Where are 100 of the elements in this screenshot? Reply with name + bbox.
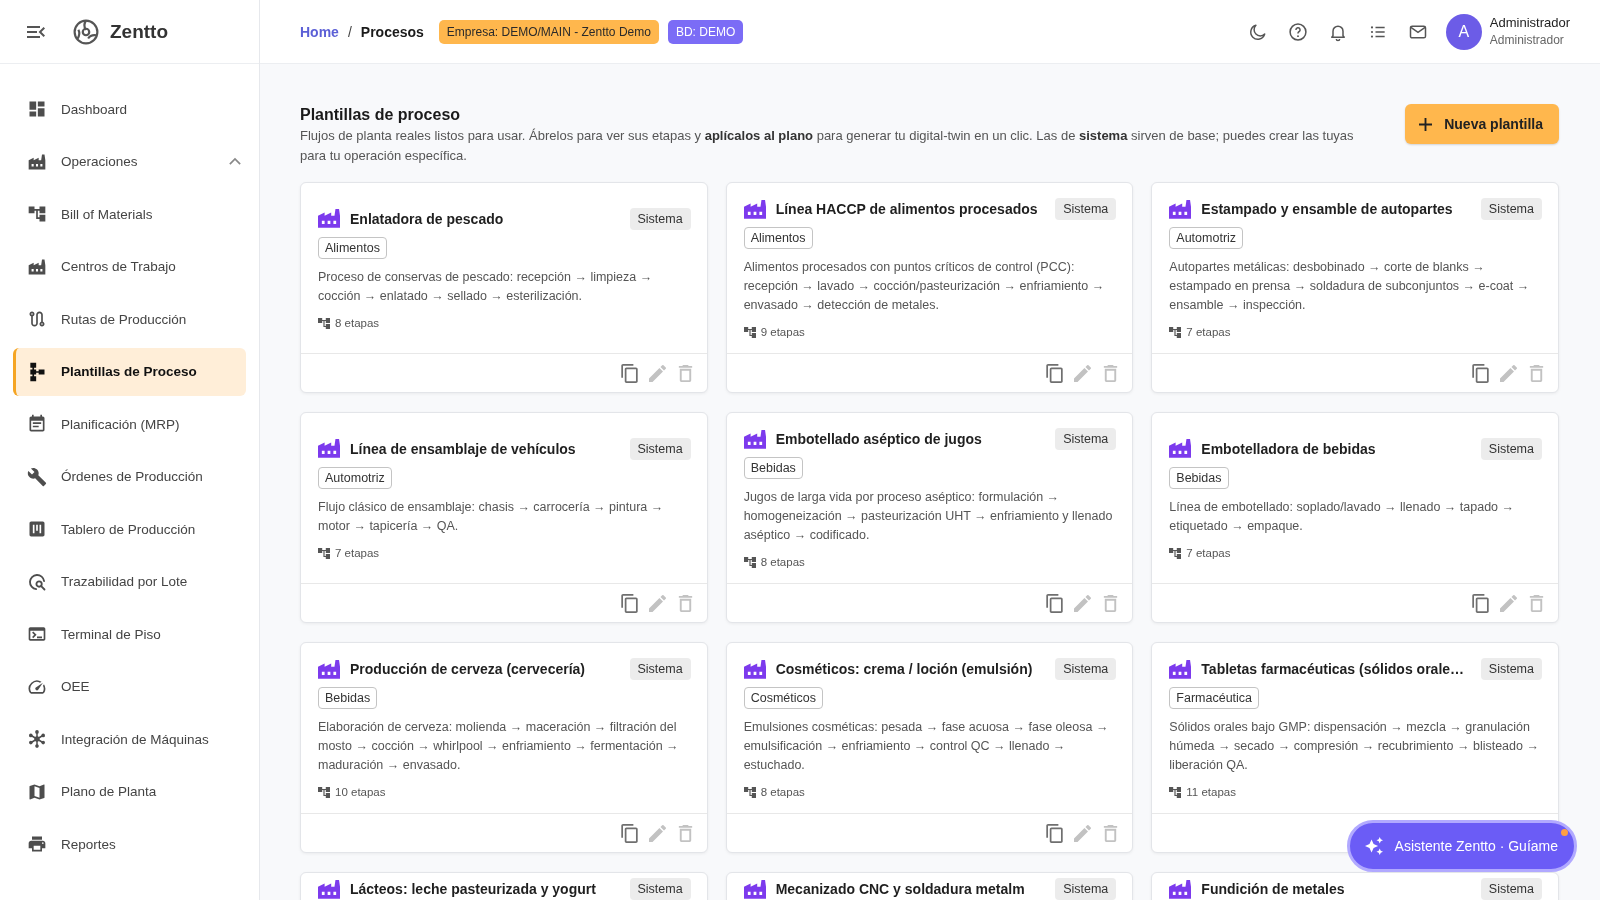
sidebar-item[interactable]: Bill of Materials (13, 190, 246, 238)
page-description: Flujos de planta reales listos para usar. Ábrelos para ver sus etapas y aplícalos al plano para generar tu digital-twin en un clic. Las de sistema sirven de base; puedes crear las tuyas para tu operación específica. (300, 127, 1355, 165)
sidebar-item[interactable]: Plantillas de Proceso (13, 347, 246, 396)
template-description: Elaboración de cerveza: molienda → maceración → filtración del mosto → cocción → whirlpool → enfriamiento → fermentación → maduración → envasado. (318, 719, 680, 774)
system-badge: Sistema (1480, 198, 1542, 220)
sidebar-item[interactable]: Rutas de Producción (13, 295, 246, 343)
logo-icon (73, 18, 99, 45)
kanban-icon (27, 519, 47, 539)
stage-count: 10 etapas (335, 785, 386, 800)
template-card[interactable] (725, 182, 1134, 393)
sidebar-item[interactable]: Órdenes de Producción (13, 452, 246, 501)
brand-name: Zentto (110, 20, 169, 43)
factory-icon (743, 659, 766, 679)
new-template-button[interactable]: Nueva plantilla (1405, 104, 1559, 144)
template-card[interactable]: Embotelladora de bebidas Sistema Bebidas Línea de embotellado: soplado/lavado → llenado → tapado → etiquetado → empaque. 7 etapas (1151, 412, 1559, 623)
sidebar-item[interactable]: Centros de Trabajo (13, 242, 246, 291)
hierarchy-icon (318, 317, 330, 329)
template-card[interactable]: Enlatadora de pescado Sistema Alimentos Proceso de conservas de pescado: recepción → limpieza → cocción → enlatado → sellado → esterilización. 8 etapas (300, 182, 708, 393)
template-card[interactable]: Cosméticos: crema / loción (emulsión) Sistema Cosméticos Emulsiones cosméticas: pesada → fase acuosa → fase oleosa → emulsificación → enfriamiento → control QC → llenado → estuchado. 8 etapas (725, 642, 1134, 853)
copy-icon[interactable] (1472, 593, 1489, 613)
avatar[interactable]: A (1445, 13, 1482, 50)
stage-count: 7 etapas (1186, 545, 1231, 561)
sidebar-item[interactable]: Reportes (13, 820, 246, 868)
template-card[interactable] (300, 642, 708, 853)
assistant-button[interactable]: Asistente Zentto · Guíame (1346, 820, 1577, 872)
help-icon[interactable] (1287, 21, 1308, 42)
template-card[interactable]: Fundición de metales Sistema (1151, 872, 1559, 900)
template-description: Emulsiones cosméticas: pesada → fase acuosa → fase oleosa → emulsificación → enfriamiento → control QC → llenado → estuchado. (743, 719, 1110, 774)
sparkle-icon (1364, 837, 1383, 855)
factory-icon (743, 199, 766, 219)
copy-icon[interactable] (620, 593, 638, 613)
sidebar-item[interactable]: OEE (13, 662, 246, 711)
system-badge: Sistema (1055, 658, 1117, 680)
template-card[interactable] (1151, 642, 1559, 853)
template-title: Estampado y ensamble de autopartes (1201, 201, 1454, 217)
category-tag: Alimentos (318, 236, 387, 259)
copy-icon[interactable] (1046, 363, 1064, 383)
category-tag: Automotriz (1169, 227, 1244, 249)
category-tag: Cosméticos (743, 687, 823, 709)
system-badge: Sistema (1480, 658, 1542, 680)
sidebar-item[interactable]: Integración de Máquinas (13, 715, 246, 763)
network-icon (27, 729, 47, 749)
template-title: Embotelladora de bebidas (1201, 440, 1377, 457)
stage-count: 8 etapas (760, 555, 805, 570)
template-card[interactable]: Estampado y ensamble de autopartes Sistema Automotriz Autopartes metálicas: desbobinado → corte de blanks → estampado en prensa → soldadura de subconjuntos → e-coat → ensamble → inspección. 7 etapas (1151, 182, 1559, 393)
context-badge: Empresa: DEMO/MAIN - Zentto Demo (438, 19, 659, 44)
template-description: Jugos de larga vida por proceso aséptico: formulación → homogeneización → pasteurización UHT → enfriamiento y llenado aséptico → codificado. (743, 489, 1114, 544)
chevron-up-icon[interactable] (229, 157, 241, 166)
menu-icon[interactable] (27, 25, 45, 38)
template-description: Línea de embotellado: soplado/lavado → llenado → tapado → etiquetado → empaque. (1169, 498, 1515, 535)
breadcrumb-link[interactable]: Home (300, 23, 339, 40)
copy-icon[interactable] (1046, 593, 1064, 613)
stage-count: 8 etapas (760, 785, 805, 800)
dashboard-icon (27, 99, 47, 119)
sidebar-item[interactable]: Terminal de Piso (13, 610, 246, 658)
sidebar-item[interactable]: Dashboard (13, 85, 246, 133)
factory-icon (743, 879, 766, 899)
category-tag: Bebidas (743, 457, 803, 479)
system-badge: Sistema (1055, 878, 1117, 900)
stage-count: 7 etapas (1186, 325, 1231, 340)
wrench-icon (27, 466, 47, 487)
hierarchy-icon (1169, 787, 1182, 798)
template-title: Mecanizado CNC y soldadura metalm (775, 881, 1026, 897)
template-card[interactable]: Mecanizado CNC y soldadura metalm Sistema (725, 872, 1134, 900)
plus-icon (1419, 117, 1433, 131)
sidebar-item[interactable]: Tablero de Producción (13, 505, 246, 553)
hierarchy-icon (1169, 547, 1182, 559)
copy-icon[interactable] (1472, 363, 1489, 383)
stage-count: 9 etapas (760, 325, 805, 340)
category-tag: Alimentos (743, 227, 813, 249)
system-badge: Sistema (1480, 437, 1542, 460)
page-title: Plantillas de proceso (300, 105, 462, 125)
route-icon (27, 309, 47, 329)
factory-icon (1169, 879, 1192, 899)
magnifier-icon (27, 571, 47, 592)
user-name: Administrador (1489, 14, 1570, 32)
copy-icon[interactable] (620, 823, 638, 843)
copy-icon[interactable] (620, 363, 638, 383)
terminal-icon (27, 624, 47, 644)
sidebar-item[interactable]: Plano de Planta (13, 767, 246, 816)
sidebar-item[interactable]: Trazabilidad por Lote (13, 557, 246, 606)
sidebar-item[interactable]: Operaciones (13, 137, 246, 186)
system-badge: Sistema (629, 437, 691, 460)
factory-icon (318, 879, 340, 899)
template-card[interactable]: Lácteos: leche pasteurizada y yogurt Sistema (300, 872, 708, 900)
copy-icon[interactable] (1046, 823, 1064, 843)
category-tag: Automotriz (318, 466, 392, 489)
template-title: Fundición de metales (1201, 881, 1346, 897)
stage-count: 11 etapas (1186, 785, 1236, 800)
breadcrumb-separator: / (347, 23, 352, 40)
template-title: Embotellado aséptico de jugos (775, 431, 983, 447)
factory-icon (1169, 439, 1192, 458)
template-card[interactable]: Línea de ensamblaje de vehículos Sistema Automotriz Flujo clásico de ensamblaje: chasis → carrocería → pintura → motor → tapicería → QA. 7 etapas (300, 412, 708, 623)
hierarchy-icon (1169, 327, 1182, 338)
hierarchy-icon (743, 327, 756, 338)
template-title: Enlatadora de pescado (350, 210, 505, 227)
template-description: Sólidos orales bajo GMP: dispensación → mezcla → granulación húmeda → secado → compresión → recubrimiento → blisteado → liberación QA. (1169, 719, 1540, 774)
user-role: Administrador (1489, 32, 1565, 49)
template-card[interactable]: Embotellado aséptico de jugos Sistema Bebidas Jugos de larga vida por proceso aséptico: formulación → homogeneización → pasteurización UHT → enfriamiento y llenado aséptico → codificado. 8 etapas (725, 412, 1134, 623)
sidebar-item[interactable]: Planificación (MRP) (13, 400, 246, 448)
